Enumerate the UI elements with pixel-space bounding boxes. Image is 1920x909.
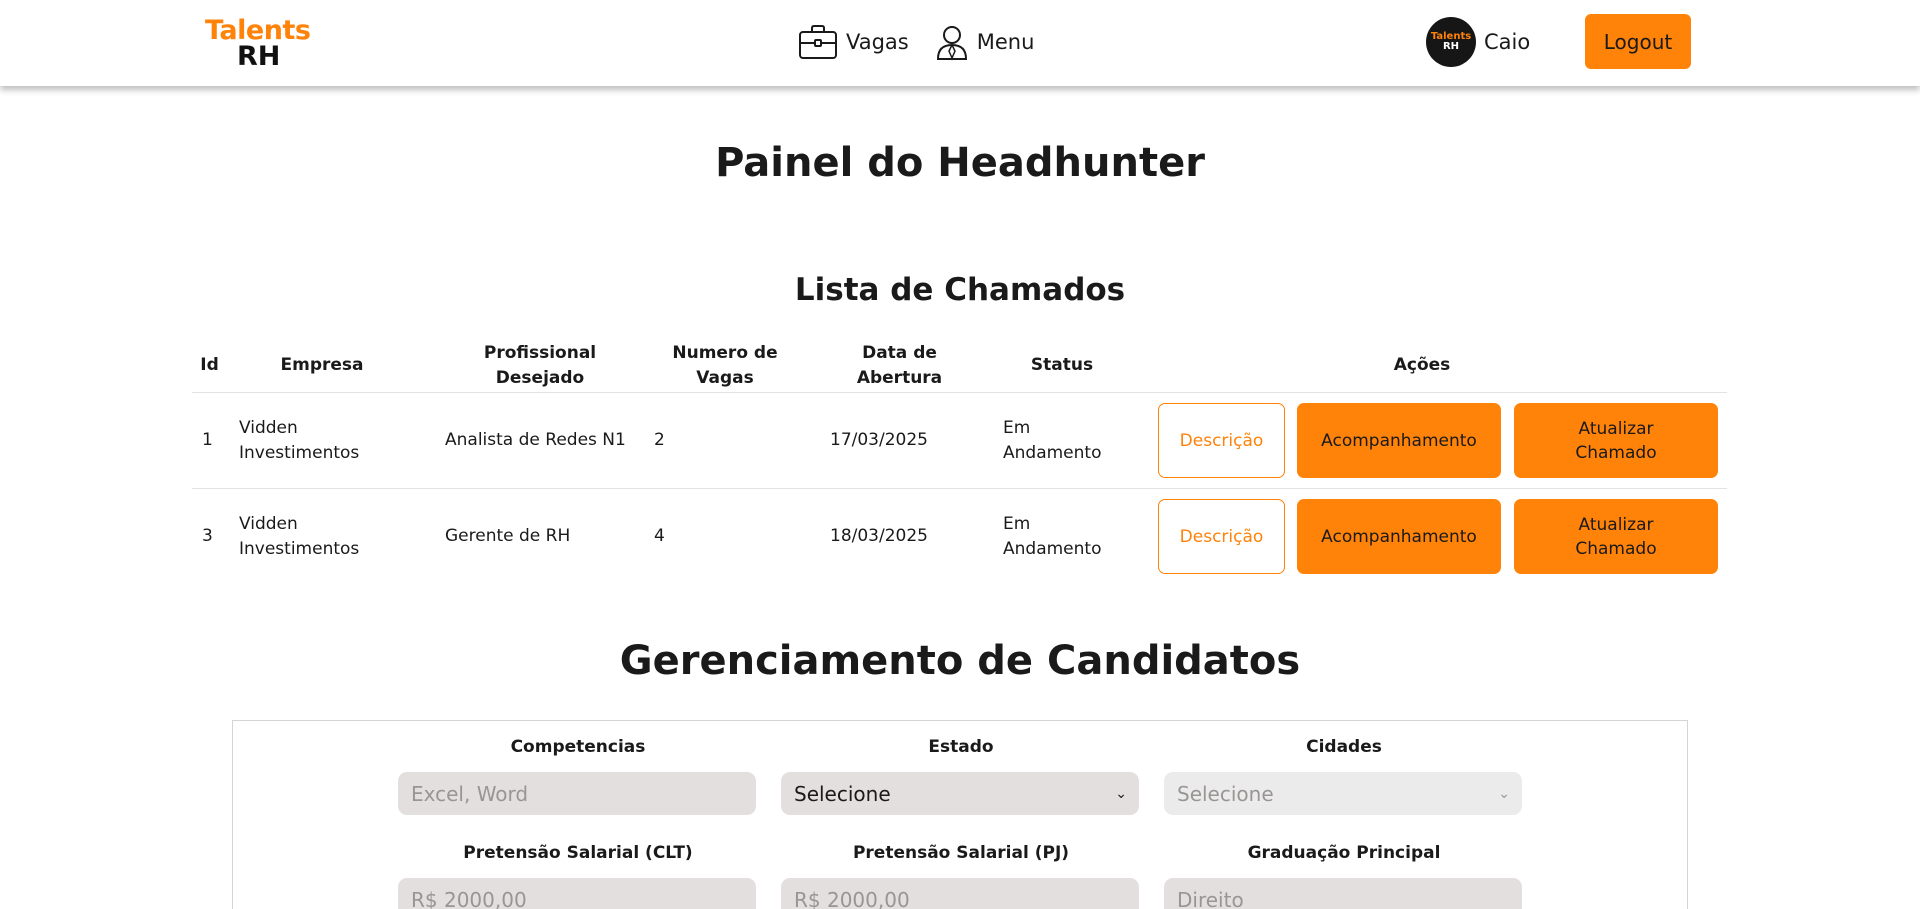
atualizar-label-line1: Atualizar	[1578, 418, 1654, 439]
table-header: Id Empresa Profissional Desejado Numero …	[192, 338, 1727, 393]
acompanhamento-button[interactable]: Acompanhamento	[1297, 403, 1501, 478]
col-status: Status	[1030, 355, 1094, 375]
cell-status-line1: Em	[1003, 514, 1031, 534]
table-row: 1 Vidden Investimentos Analista de Redes…	[192, 393, 1727, 489]
cell-status: Em Andamento	[1003, 416, 1101, 466]
col-data-line1: Data de	[862, 343, 937, 363]
user-icon	[936, 26, 967, 60]
cell-vagas: 2	[654, 430, 665, 450]
nav-label-vagas: Vagas	[846, 30, 909, 54]
col-profissional: Profissional Desejado	[460, 341, 620, 391]
cell-empresa-line1: Vidden	[239, 514, 298, 534]
cidades-label: Cidades	[1306, 737, 1382, 757]
col-vagas: Numero de Vagas	[660, 341, 790, 391]
cidades-select[interactable]: Selecione ⌄	[1164, 772, 1522, 815]
cell-id: 3	[202, 526, 213, 546]
user-profile[interactable]: Talents RH Caio	[1426, 17, 1530, 67]
chamados-title: Lista de Chamados	[794, 272, 1126, 308]
atualizar-chamado-button[interactable]: Atualizar Chamado	[1514, 403, 1718, 478]
atualizar-label-line1: Atualizar	[1578, 514, 1654, 535]
cell-empresa-line2: Investimentos	[239, 443, 360, 463]
atualizar-label-line2: Chamado	[1575, 442, 1657, 463]
cell-status-line2: Andamento	[1003, 539, 1102, 559]
atualizar-label-line2: Chamado	[1575, 538, 1657, 559]
cell-empresa: Vidden Investimentos	[239, 416, 359, 466]
cell-data: 18/03/2025	[830, 526, 928, 546]
username: Caio	[1484, 30, 1531, 54]
descricao-button[interactable]: Descrição	[1158, 403, 1285, 478]
page-title: Painel do Headhunter	[715, 140, 1205, 186]
cell-data: 17/03/2025	[830, 430, 928, 450]
competencias-label: Competencias	[510, 737, 646, 757]
cell-status-line1: Em	[1003, 418, 1031, 438]
cell-vagas: 4	[654, 526, 665, 546]
col-vagas-line2: Vagas	[696, 368, 754, 388]
cell-profissional: Gerente de RH	[445, 526, 571, 546]
estado-label: Estado	[928, 737, 994, 757]
acompanhamento-button[interactable]: Acompanhamento	[1297, 499, 1501, 574]
chevron-down-icon: ⌄	[1498, 785, 1510, 802]
pretensao-clt-input[interactable]	[398, 878, 756, 909]
table-row: 3 Vidden Investimentos Gerente de RH 4 1…	[192, 489, 1727, 585]
cell-empresa: Vidden Investimentos	[239, 512, 359, 562]
cell-status: Em Andamento	[1003, 512, 1101, 562]
candidate-filter-panel: Competencias Estado Selecione ⌄ Cidades …	[232, 720, 1688, 909]
avatar-text-bottom: RH	[1442, 41, 1460, 52]
pretensao-pj-label: Pretensão Salarial (PJ)	[852, 843, 1070, 863]
col-id: Id	[200, 355, 219, 375]
cell-id: 1	[202, 430, 213, 450]
estado-selected-value: Selecione	[794, 781, 891, 806]
descricao-button[interactable]: Descrição	[1158, 499, 1285, 574]
top-navbar: Talents RH Vagas Menu Talents RH Caio Lo…	[0, 0, 1920, 86]
logout-button[interactable]: Logout	[1585, 14, 1691, 69]
nav-item-menu[interactable]: Menu	[935, 24, 1035, 60]
pretensao-clt-label: Pretensão Salarial (CLT)	[463, 843, 693, 863]
col-acoes: Ações	[1393, 355, 1451, 375]
chamados-table: Id Empresa Profissional Desejado Numero …	[192, 338, 1727, 585]
cell-empresa-line2: Investimentos	[239, 539, 360, 559]
col-vagas-line1: Numero de	[672, 343, 778, 363]
cidades-selected-value: Selecione	[1177, 781, 1274, 806]
pretensao-pj-input[interactable]	[781, 878, 1139, 909]
graduacao-label: Graduação Principal	[1247, 843, 1441, 863]
chevron-down-icon: ⌄	[1115, 785, 1127, 802]
competencias-input[interactable]	[398, 772, 756, 815]
col-profissional-line2: Desejado	[495, 368, 585, 388]
logo-text-top: Talents	[205, 15, 311, 46]
logo-text-bottom: RH	[237, 40, 281, 72]
cell-status-line2: Andamento	[1003, 443, 1102, 463]
col-data: Data de Abertura	[842, 341, 957, 391]
estado-select[interactable]: Selecione ⌄	[781, 772, 1139, 815]
col-profissional-line1: Profissional	[483, 343, 597, 363]
avatar[interactable]: Talents RH	[1426, 17, 1476, 67]
talents-rh-logo[interactable]: Talents RH	[205, 15, 311, 72]
nav-item-vagas[interactable]: Vagas	[798, 24, 909, 60]
atualizar-chamado-button[interactable]: Atualizar Chamado	[1514, 499, 1718, 574]
main-nav: Vagas Menu	[798, 24, 1034, 60]
col-data-line2: Abertura	[856, 368, 943, 388]
graduacao-input[interactable]	[1164, 878, 1522, 909]
briefcase-icon	[799, 25, 837, 59]
candidatos-title: Gerenciamento de Candidatos	[619, 638, 1301, 684]
cell-profissional: Analista de Redes N1	[445, 430, 626, 450]
nav-label-menu: Menu	[976, 30, 1035, 54]
cell-empresa-line1: Vidden	[239, 418, 298, 438]
col-empresa: Empresa	[280, 355, 364, 375]
